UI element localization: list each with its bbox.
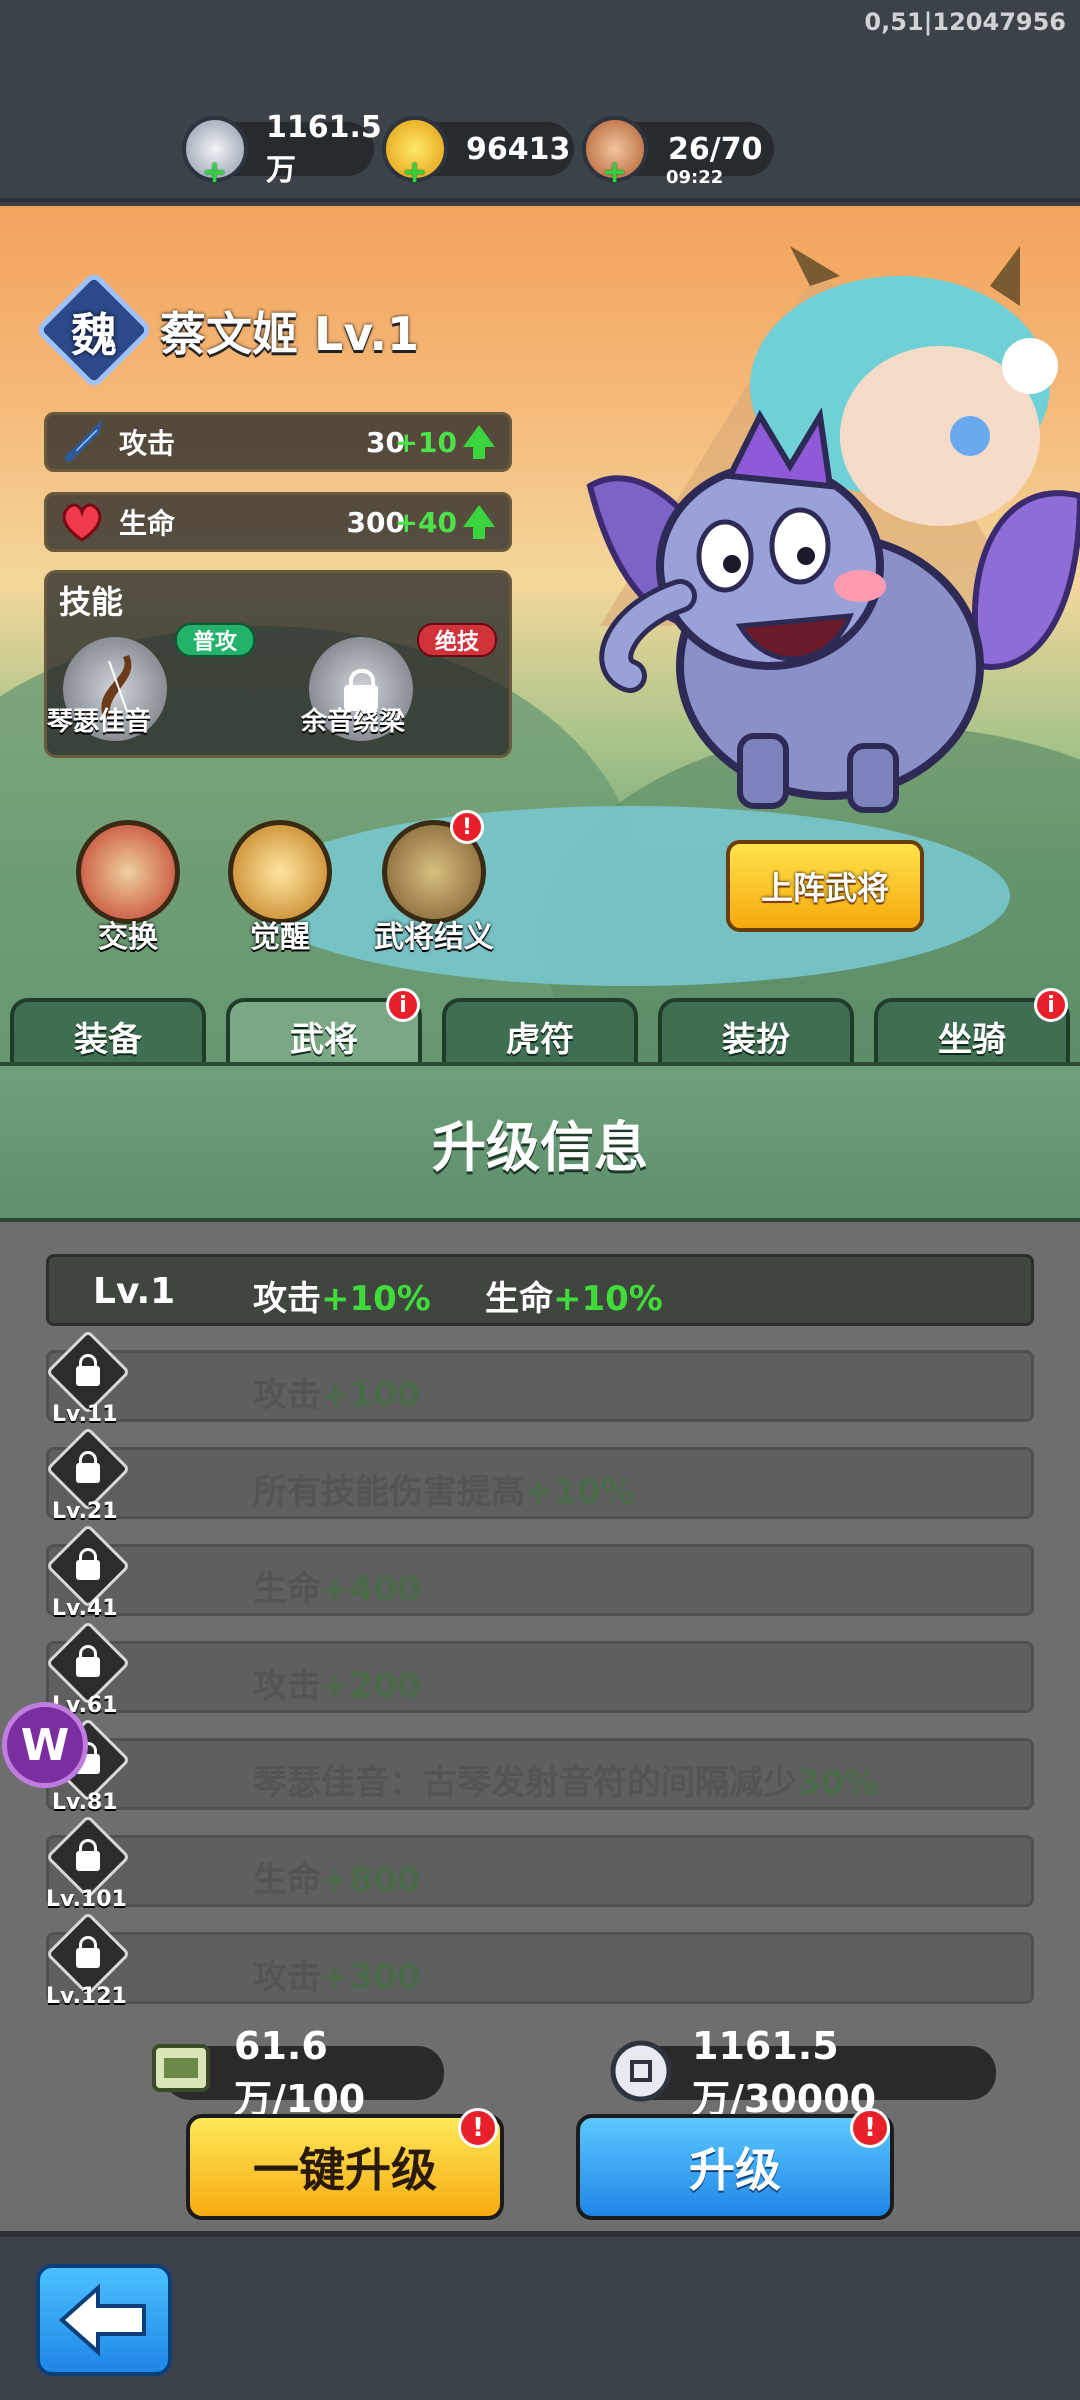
unlock-level-label: Lv.21 bbox=[52, 1499, 118, 1524]
stamina-timer: 09:22 bbox=[666, 167, 724, 188]
lock-icon bbox=[76, 1936, 100, 1968]
locked-bonus-value: +10% bbox=[525, 1472, 635, 1512]
floating-w-logo[interactable]: W bbox=[2, 1702, 88, 1788]
increase-arrow-icon bbox=[463, 425, 495, 459]
back-arrow-icon bbox=[58, 2283, 146, 2357]
health-label: 生命 bbox=[119, 507, 176, 540]
notification-badge: ! bbox=[450, 810, 484, 844]
tab-outfit[interactable]: 装扮 bbox=[658, 998, 854, 1070]
locked-bonus-value: +200 bbox=[321, 1666, 421, 1706]
lock-icon bbox=[76, 1451, 100, 1483]
upgrade-button[interactable]: 升级 bbox=[576, 2114, 894, 2220]
hero-name-level: 蔡文姬 Lv.1 bbox=[160, 307, 420, 361]
locked-bonus-label: 攻击 bbox=[253, 1666, 321, 1706]
skills-panel: 技能 普攻 琴瑟佳音 绝技 余音绕梁 bbox=[44, 570, 512, 758]
upgrade-info-title: 升级信息 bbox=[432, 1115, 648, 1179]
scroll-icon bbox=[152, 2044, 210, 2092]
lock-icon bbox=[76, 1645, 100, 1677]
swap-hero-button[interactable] bbox=[76, 820, 180, 924]
current-level: Lv.1 bbox=[93, 1271, 176, 1312]
locked-bonus-value: +100 bbox=[321, 1375, 421, 1415]
locked-bonus-label: 生命 bbox=[253, 1569, 321, 1609]
health-stat-row: 生命 300 +40 bbox=[44, 492, 512, 552]
current-attack-bonus: +10% bbox=[321, 1279, 431, 1319]
stamina-amount: 26/70 bbox=[668, 131, 763, 167]
upgrade-label: 升级 bbox=[689, 2143, 781, 2197]
silver-resource[interactable]: + 1161.5万 bbox=[182, 110, 382, 190]
current-attack: 攻击+10% bbox=[253, 1271, 431, 1320]
gold-amount: 96413 bbox=[466, 131, 571, 167]
locked-bonus-text: 所有技能伤害提高+10% bbox=[253, 1464, 635, 1513]
current-attack-label: 攻击 bbox=[253, 1279, 321, 1319]
notification-badge: i bbox=[386, 988, 420, 1022]
deploy-hero-button[interactable]: 上阵武将 bbox=[726, 840, 924, 932]
locked-bonus-value: 30% bbox=[797, 1763, 879, 1803]
add-stamina-icon[interactable]: + bbox=[602, 155, 627, 190]
ultimate-tag: 绝技 bbox=[417, 623, 498, 657]
debug-id-text: 0,51|12047956 bbox=[864, 8, 1066, 36]
hero-character-illustration[interactable] bbox=[560, 246, 1080, 886]
locked-bonus-value: +400 bbox=[321, 1569, 421, 1609]
current-health-bonus: +10% bbox=[553, 1279, 663, 1319]
add-silver-icon[interactable]: + bbox=[202, 155, 227, 190]
current-health-label: 生命 bbox=[485, 1279, 553, 1319]
stamina-resource[interactable]: + 26/70 09:22 bbox=[582, 116, 774, 190]
notification-badge: ! bbox=[458, 2108, 498, 2148]
unlock-level-label: Lv.41 bbox=[52, 1596, 118, 1621]
notification-badge: ! bbox=[850, 2108, 890, 2148]
unlock-level-label: Lv.121 bbox=[46, 1984, 127, 2009]
silver-cost: 1161.5万/30000 bbox=[610, 2024, 996, 2121]
unlock-level-label: Lv.11 bbox=[52, 1402, 118, 1427]
silver-cost-value: 1161.5万/30000 bbox=[692, 2023, 877, 2121]
locked-bonus-label: 琴瑟佳音：古琴发射音符的间隔减少 bbox=[253, 1763, 797, 1803]
current-health: 生命+10% bbox=[485, 1271, 663, 1320]
silver-amount: 1161.5万 bbox=[266, 109, 382, 188]
locked-bonus-value: +800 bbox=[321, 1860, 421, 1900]
attack-stat-row: 攻击 30 +10 bbox=[44, 412, 512, 472]
sword-icon bbox=[57, 417, 107, 467]
locked-bonus-text: 攻击+100 bbox=[253, 1367, 420, 1416]
attack-bonus: +10 bbox=[394, 425, 457, 459]
health-bonus: +40 bbox=[394, 505, 457, 539]
increase-arrow-icon bbox=[463, 505, 495, 539]
unlock-level-label: Lv.61 bbox=[52, 1693, 118, 1718]
attack-label: 攻击 bbox=[119, 427, 176, 460]
lock-icon bbox=[76, 1354, 100, 1386]
unlock-level-label: Lv.81 bbox=[52, 1790, 118, 1815]
locked-bonus-text: 生命+400 bbox=[253, 1561, 420, 1610]
scroll-cost-value: 61.6万/100 bbox=[234, 2023, 366, 2121]
current-level-row: Lv.1 攻击+10% 生命+10% bbox=[46, 1254, 1034, 1326]
tab-tally[interactable]: 虎符 bbox=[442, 998, 638, 1070]
locked-bonus-text: 琴瑟佳音：古琴发射音符的间隔减少30% bbox=[253, 1755, 878, 1804]
faction-label: 魏 bbox=[71, 308, 117, 362]
tab-equipment[interactable]: 装备 bbox=[10, 998, 206, 1070]
locked-bonus-value: +300 bbox=[321, 1957, 421, 1997]
gold-resource[interactable]: + 96413 bbox=[382, 116, 574, 190]
hero-bond-label: 武将结义 bbox=[374, 920, 494, 955]
locked-bonus-text: 生命+800 bbox=[253, 1852, 420, 1901]
locked-bonus-label: 攻击 bbox=[253, 1375, 321, 1415]
scroll-cost: 61.6万/100 bbox=[152, 2024, 444, 2121]
awaken-button[interactable] bbox=[228, 820, 332, 924]
locked-bonus-label: 所有技能伤害提高 bbox=[253, 1472, 525, 1512]
lock-icon bbox=[76, 1548, 100, 1580]
locked-bonus-label: 生命 bbox=[253, 1860, 321, 1900]
basic-attack-tag: 普攻 bbox=[175, 623, 256, 657]
locked-bonus-text: 攻击+300 bbox=[253, 1949, 420, 1998]
skills-title: 技能 bbox=[59, 583, 124, 621]
skill-name-2: 余音绕梁 bbox=[301, 707, 406, 737]
awaken-label: 觉醒 bbox=[250, 920, 310, 955]
unlock-level-label: Lv.101 bbox=[46, 1887, 127, 1912]
heart-icon bbox=[57, 497, 107, 547]
skill-name-1: 琴瑟佳音 bbox=[47, 707, 152, 737]
one-click-upgrade-button[interactable]: 一键升级 bbox=[186, 2114, 504, 2220]
back-button[interactable] bbox=[36, 2264, 172, 2376]
add-gold-icon[interactable]: + bbox=[402, 155, 427, 190]
one-click-upgrade-label: 一键升级 bbox=[253, 2143, 437, 2197]
locked-bonus-text: 攻击+200 bbox=[253, 1658, 420, 1707]
notification-badge: i bbox=[1034, 988, 1068, 1022]
locked-bonus-label: 攻击 bbox=[253, 1957, 321, 1997]
lock-icon bbox=[76, 1839, 100, 1871]
silver-coin-icon bbox=[610, 2040, 672, 2102]
